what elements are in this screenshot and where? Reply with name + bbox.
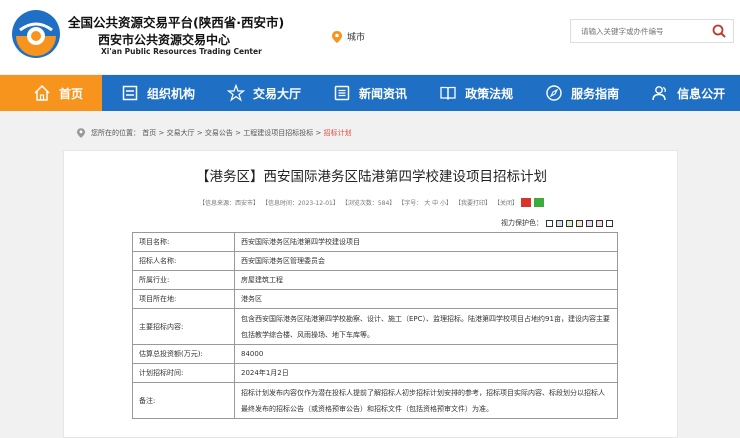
location-pin-icon bbox=[332, 30, 342, 43]
search-icon bbox=[712, 24, 726, 38]
nav-item-organization[interactable]: 组织机构 bbox=[102, 75, 211, 111]
city-label: 城市 bbox=[347, 33, 366, 43]
table-row: 招标人名称: 西安国际港务区管理委员会 bbox=[132, 251, 618, 271]
article-title: 【港务区】西安国际港务区陆港第四学校建设项目招标计划 bbox=[196, 169, 547, 185]
compass-icon bbox=[545, 84, 563, 102]
table-row: 计划招标时间: 2024年1月2日 bbox=[132, 363, 618, 383]
nav-label: 信息公开 bbox=[677, 86, 726, 101]
table-value: 包含西安国际港务区陆港第四学校勘察、设计、施工（EPC）、监理招标。陆港第四学校… bbox=[234, 308, 618, 345]
table-key: 项目名称: bbox=[132, 232, 235, 252]
table-row: 主要招标内容: 包含西安国际港务区陆港第四学校勘察、设计、施工（EPC）、监理招… bbox=[132, 308, 618, 345]
info-time: 【信息时间：2023-12-01】 bbox=[261, 200, 339, 207]
table-value: 西安国际港务区管理委员会 bbox=[234, 251, 618, 271]
nav-item-public-info[interactable]: 信息公开 bbox=[635, 75, 740, 111]
location-pin-icon bbox=[77, 128, 85, 138]
font-size-selector[interactable]: 【字号： 大 中 小】 bbox=[398, 198, 452, 207]
breadcrumb-separator: > bbox=[158, 129, 165, 137]
table-key: 所属行业: bbox=[132, 270, 235, 290]
site-header: 全国公共资源交易平台(陕西省·西安市) 西安市公共资源交易中心 Xi'an Pu… bbox=[0, 0, 740, 74]
table-key: 计划招标时间: bbox=[132, 363, 235, 383]
site-title: 全国公共资源交易平台(陕西省·西安市) bbox=[68, 15, 285, 30]
site-subtitle: 西安市公共资源交易中心 bbox=[98, 33, 231, 47]
site-logo[interactable] bbox=[10, 8, 62, 60]
nav-label: 交易大厅 bbox=[253, 86, 302, 101]
view-count: 【浏览次数：584】 bbox=[341, 200, 396, 207]
table-key: 备注: bbox=[132, 382, 235, 419]
search-button[interactable] bbox=[705, 20, 733, 42]
table-value: 2024年1月2日 bbox=[234, 363, 618, 383]
table-value: 房屋建筑工程 bbox=[234, 270, 618, 290]
table-row: 估算总投资额(万元): 84000 bbox=[132, 344, 618, 364]
table-value: 港务区 bbox=[234, 289, 618, 309]
table-key: 招标人名称: bbox=[132, 251, 235, 271]
table-key: 估算总投资额(万元): bbox=[132, 344, 235, 364]
people-icon bbox=[651, 84, 669, 102]
nav-label: 政策法规 bbox=[465, 86, 514, 101]
nav-item-service-guide[interactable]: 服务指南 bbox=[529, 75, 635, 111]
article-card: 【港务区】西安国际港务区陆港第四学校建设项目招标计划 【信息来源：西安市】 【信… bbox=[63, 150, 678, 438]
print-link[interactable]: 【我要打印】 bbox=[455, 198, 491, 207]
breadcrumb: 您所在的位置： 首页 > 交易大厅 > 交易公告 > 工程建设项目招标投标 > … bbox=[77, 128, 352, 138]
table-row: 所属行业: 房屋建筑工程 bbox=[132, 270, 618, 290]
nav-label: 服务指南 bbox=[571, 86, 620, 101]
close-link[interactable]: 【关闭】 bbox=[494, 198, 518, 207]
article-meta: 【信息来源：西安市】 【信息时间：2023-12-01】 【浏览次数：584】 … bbox=[64, 198, 679, 207]
city-selector[interactable]: 城市 bbox=[332, 30, 365, 43]
project-info-table: 项目名称: 西安国际港务区陆港第四学校建设项目 招标人名称: 西安国际港务区管理… bbox=[132, 232, 618, 419]
vision-color-swatch[interactable] bbox=[576, 219, 583, 227]
news-icon bbox=[333, 84, 351, 102]
table-value: 招标计划发布内容仅作为潜在投标人提前了解招标人初步招标计划安排的参考，招标项目实… bbox=[234, 382, 618, 419]
breadcrumb-prefix: 您所在的位置： bbox=[91, 129, 140, 137]
vision-color-swatch[interactable] bbox=[546, 219, 553, 227]
breadcrumb-separator: > bbox=[235, 129, 242, 137]
vision-protection: 视力保护色： bbox=[501, 218, 613, 228]
breadcrumb-announcements[interactable]: 交易公告 bbox=[205, 129, 233, 137]
info-source: 【信息来源：西安市】 bbox=[198, 200, 259, 207]
vision-color-swatch[interactable] bbox=[586, 219, 593, 227]
nav-item-home[interactable]: 首页 bbox=[0, 75, 103, 111]
star-icon bbox=[227, 84, 246, 102]
nav-item-policies[interactable]: 政策法规 bbox=[423, 75, 529, 111]
table-value: 西安国际港务区陆港第四学校建设项目 bbox=[234, 232, 618, 252]
nav-label: 首页 bbox=[59, 86, 84, 101]
breadcrumb-trading-hall[interactable]: 交易大厅 bbox=[167, 129, 195, 137]
site-title-english: Xi'an Public Resources Trading Center bbox=[101, 47, 262, 56]
home-icon bbox=[33, 84, 51, 102]
table-row: 备注: 招标计划发布内容仅作为潜在投标人提前了解招标人初步招标计划安排的参考，招… bbox=[132, 382, 618, 419]
breadcrumb-engineering-bidding[interactable]: 工程建设项目招标投标 bbox=[243, 129, 313, 137]
vision-label: 视力保护色： bbox=[501, 219, 543, 227]
weibo-share-icon[interactable] bbox=[521, 198, 532, 207]
nav-item-news[interactable]: 新闻资讯 bbox=[317, 75, 423, 111]
search-box bbox=[570, 19, 734, 43]
book-icon bbox=[439, 84, 457, 102]
table-key: 主要招标内容: bbox=[132, 308, 235, 345]
document-icon bbox=[121, 84, 139, 102]
vision-color-swatch[interactable] bbox=[606, 219, 613, 227]
nav-item-trading-hall[interactable]: 交易大厅 bbox=[211, 75, 317, 111]
breadcrumb-current: 招标计划 bbox=[323, 129, 352, 137]
main-nav: 首页 组织机构 交易大厅 新闻资讯 政策法规 服务指南 信息公开 bbox=[0, 75, 740, 111]
breadcrumb-home[interactable]: 首页 bbox=[142, 129, 156, 137]
vision-color-swatch[interactable] bbox=[566, 219, 573, 227]
vision-color-swatch[interactable] bbox=[596, 219, 603, 227]
search-input[interactable] bbox=[571, 26, 705, 36]
table-key: 项目所在地: bbox=[132, 289, 235, 309]
nav-label: 新闻资讯 bbox=[359, 86, 408, 101]
table-value: 84000 bbox=[234, 344, 618, 364]
breadcrumb-separator: > bbox=[196, 129, 203, 137]
nav-label: 组织机构 bbox=[147, 86, 196, 101]
table-row: 项目名称: 西安国际港务区陆港第四学校建设项目 bbox=[132, 232, 618, 252]
breadcrumb-separator: > bbox=[315, 129, 322, 137]
wechat-share-icon[interactable] bbox=[534, 198, 545, 207]
vision-color-swatch[interactable] bbox=[556, 219, 563, 227]
table-row: 项目所在地: 港务区 bbox=[132, 289, 618, 309]
